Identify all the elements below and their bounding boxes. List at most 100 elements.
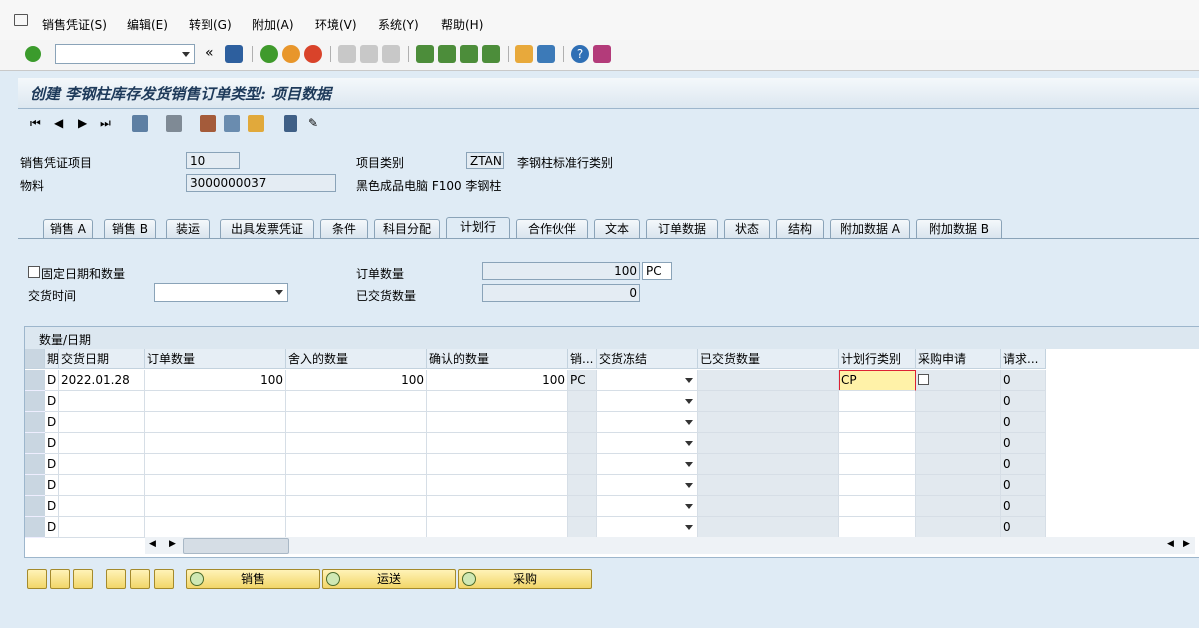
row-selector[interactable]	[25, 454, 45, 475]
scroll-right-icon[interactable]: ▶	[169, 539, 176, 549]
next-item-icon[interactable]: ▶	[78, 116, 87, 130]
cancel-icon[interactable]	[304, 45, 322, 63]
row-selector[interactable]	[25, 391, 45, 412]
cell-order-quantity[interactable]	[145, 433, 286, 454]
column-header-period[interactable]: 期	[45, 349, 59, 369]
tab-sales-b[interactable]: 销售 B	[104, 219, 156, 238]
chevron-down-icon[interactable]	[685, 441, 693, 446]
calculator-icon[interactable]	[284, 115, 297, 132]
delivery-time-select[interactable]	[154, 283, 288, 302]
last-item-icon[interactable]: ⏭	[100, 116, 111, 131]
chevron-down-icon[interactable]	[685, 462, 693, 467]
cell-confirmed-quantity[interactable]	[427, 496, 568, 517]
tab-shipping[interactable]: 装运	[166, 219, 210, 238]
tab-sales-a[interactable]: 销售 A	[43, 219, 93, 238]
tab-billing-document[interactable]: 出具发票凭证	[220, 219, 314, 238]
tab-structure[interactable]: 结构	[776, 219, 824, 238]
cell-rounded-quantity[interactable]	[286, 433, 427, 454]
column-header-sales-unit[interactable]: 销...	[568, 349, 597, 369]
tab-texts[interactable]: 文本	[594, 219, 640, 238]
menu-extras[interactable]: 附加(A)	[252, 16, 294, 33]
cell-order-quantity[interactable]	[145, 412, 286, 433]
find-icon[interactable]	[360, 45, 378, 63]
horizontal-scrollbar[interactable]: ◀ ▶ ◀ ▶	[145, 537, 1195, 554]
shortcut-icon[interactable]	[537, 45, 555, 63]
save-icon[interactable]	[225, 45, 243, 63]
cell-delivery-date[interactable]	[59, 433, 145, 454]
next-page-icon[interactable]	[460, 45, 478, 63]
menu-edit[interactable]: 编辑(E)	[127, 16, 168, 33]
tab-conditions[interactable]: 条件	[320, 219, 368, 238]
scroll-right-end-icon[interactable]: ▶	[1183, 539, 1190, 549]
configuration-icon[interactable]	[200, 115, 216, 132]
chevron-down-icon[interactable]	[685, 483, 693, 488]
double-chevron-left-icon[interactable]: «	[205, 45, 214, 61]
chevron-down-icon[interactable]	[685, 525, 693, 530]
cell-schedule-line-category[interactable]	[839, 412, 916, 433]
menu-icon[interactable]	[14, 14, 28, 26]
material-field[interactable]: 3000000037	[186, 174, 336, 192]
delete-row-icon[interactable]	[73, 569, 93, 589]
cell-order-quantity[interactable]: 100	[145, 370, 286, 391]
cell-order-quantity[interactable]	[145, 496, 286, 517]
find-next-icon[interactable]	[382, 45, 400, 63]
first-page-icon[interactable]	[416, 45, 434, 63]
delete-icon[interactable]	[132, 115, 148, 132]
chevron-down-icon[interactable]	[685, 504, 693, 509]
procurement-button[interactable]: 采购	[458, 569, 592, 589]
cell-delivery-block[interactable]	[597, 454, 698, 475]
menu-sales-document[interactable]: 销售凭证(S)	[42, 16, 107, 33]
column-header-delivered-quantity[interactable]: 已交货数量	[698, 349, 839, 369]
exit-icon[interactable]	[282, 45, 300, 63]
cell-delivery-date[interactable]: 2022.01.28	[59, 370, 145, 391]
tab-order-data[interactable]: 订单数据	[646, 219, 718, 238]
column-header-request[interactable]: 请求...	[1001, 349, 1046, 369]
row-selector[interactable]	[25, 475, 45, 496]
cell-schedule-line-category[interactable]	[839, 496, 916, 517]
deselect-all-icon[interactable]	[154, 569, 174, 589]
fixed-date-checkbox[interactable]	[28, 266, 40, 278]
help-icon[interactable]: ?	[571, 45, 589, 63]
scrollbar-thumb[interactable]	[183, 538, 289, 554]
chevron-down-icon[interactable]	[685, 378, 693, 383]
cell-schedule-line-category[interactable]	[839, 433, 916, 454]
menu-environment[interactable]: 环境(V)	[315, 16, 357, 33]
cell-delivery-block[interactable]	[597, 475, 698, 496]
row-selector[interactable]	[25, 433, 45, 454]
cell-delivery-block[interactable]	[597, 370, 698, 391]
cell-rounded-quantity[interactable]	[286, 412, 427, 433]
chevron-down-icon[interactable]	[685, 420, 693, 425]
cell-order-quantity[interactable]	[145, 454, 286, 475]
cell-rounded-quantity[interactable]	[286, 517, 427, 538]
column-header-schedule-line-category[interactable]: 计划行类别	[839, 349, 916, 369]
cell-confirmed-quantity[interactable]	[427, 454, 568, 475]
edit-document-icon[interactable]	[248, 115, 264, 132]
cell-confirmed-quantity[interactable]	[427, 391, 568, 412]
tab-additional-data-b[interactable]: 附加数据 B	[916, 219, 1002, 238]
customize-layout-icon[interactable]	[593, 45, 611, 63]
tab-additional-data-a[interactable]: 附加数据 A	[830, 219, 910, 238]
previous-item-icon[interactable]: ◀	[54, 116, 63, 130]
cell-delivery-block[interactable]	[597, 433, 698, 454]
cell-schedule-line-category[interactable]	[839, 454, 916, 475]
cell-schedule-line-category[interactable]	[839, 517, 916, 538]
cell-rounded-quantity[interactable]	[286, 391, 427, 412]
cell-delivery-date[interactable]	[59, 454, 145, 475]
column-header-purchase-requisition[interactable]: 采购申请	[916, 349, 1001, 369]
cell-order-quantity[interactable]	[145, 517, 286, 538]
first-item-icon[interactable]: ⏮	[30, 116, 41, 131]
tab-account-assignment[interactable]: 科目分配	[374, 219, 440, 238]
tab-partners[interactable]: 合作伙伴	[516, 219, 588, 238]
item-category-field[interactable]: ZTAN	[466, 152, 504, 169]
select-all-icon[interactable]	[106, 569, 126, 589]
menu-system[interactable]: 系统(Y)	[378, 16, 419, 33]
cell-order-quantity[interactable]	[145, 475, 286, 496]
cell-delivery-date[interactable]	[59, 496, 145, 517]
row-selector[interactable]	[25, 517, 45, 538]
cell-delivery-block[interactable]	[597, 517, 698, 538]
row-selector[interactable]	[25, 496, 45, 517]
cell-delivery-date[interactable]	[59, 475, 145, 496]
enter-icon[interactable]	[25, 46, 41, 62]
last-page-icon[interactable]	[482, 45, 500, 63]
cell-delivery-block[interactable]	[597, 496, 698, 517]
